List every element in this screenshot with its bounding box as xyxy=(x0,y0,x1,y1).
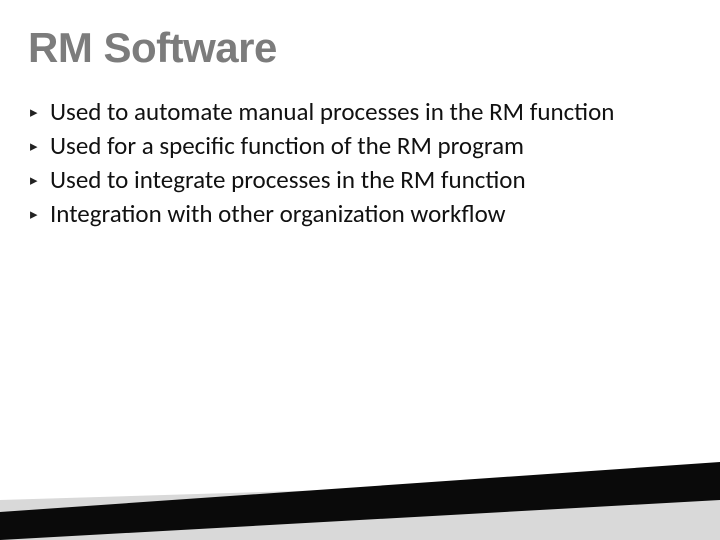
bullet-text: Used to automate manual processes in the… xyxy=(50,96,692,128)
bullet-text: Used for a specific function of the RM p… xyxy=(50,130,692,162)
list-item: ▸ Used to automate manual processes in t… xyxy=(30,96,692,129)
footer-decoration xyxy=(0,450,720,540)
slide-title: RM Software xyxy=(28,24,692,72)
bullet-marker-icon: ▸ xyxy=(30,130,50,163)
bullet-text: Used to integrate processes in the RM fu… xyxy=(50,164,692,196)
bullet-text: Integration with other organization work… xyxy=(50,198,692,230)
bullet-list: ▸ Used to automate manual processes in t… xyxy=(28,96,692,231)
bullet-marker-icon: ▸ xyxy=(30,198,50,231)
list-item: ▸ Integration with other organization wo… xyxy=(30,198,692,231)
list-item: ▸ Used for a specific function of the RM… xyxy=(30,130,692,163)
bullet-marker-icon: ▸ xyxy=(30,96,50,129)
bullet-marker-icon: ▸ xyxy=(30,164,50,197)
list-item: ▸ Used to integrate processes in the RM … xyxy=(30,164,692,197)
slide: RM Software ▸ Used to automate manual pr… xyxy=(0,0,720,540)
